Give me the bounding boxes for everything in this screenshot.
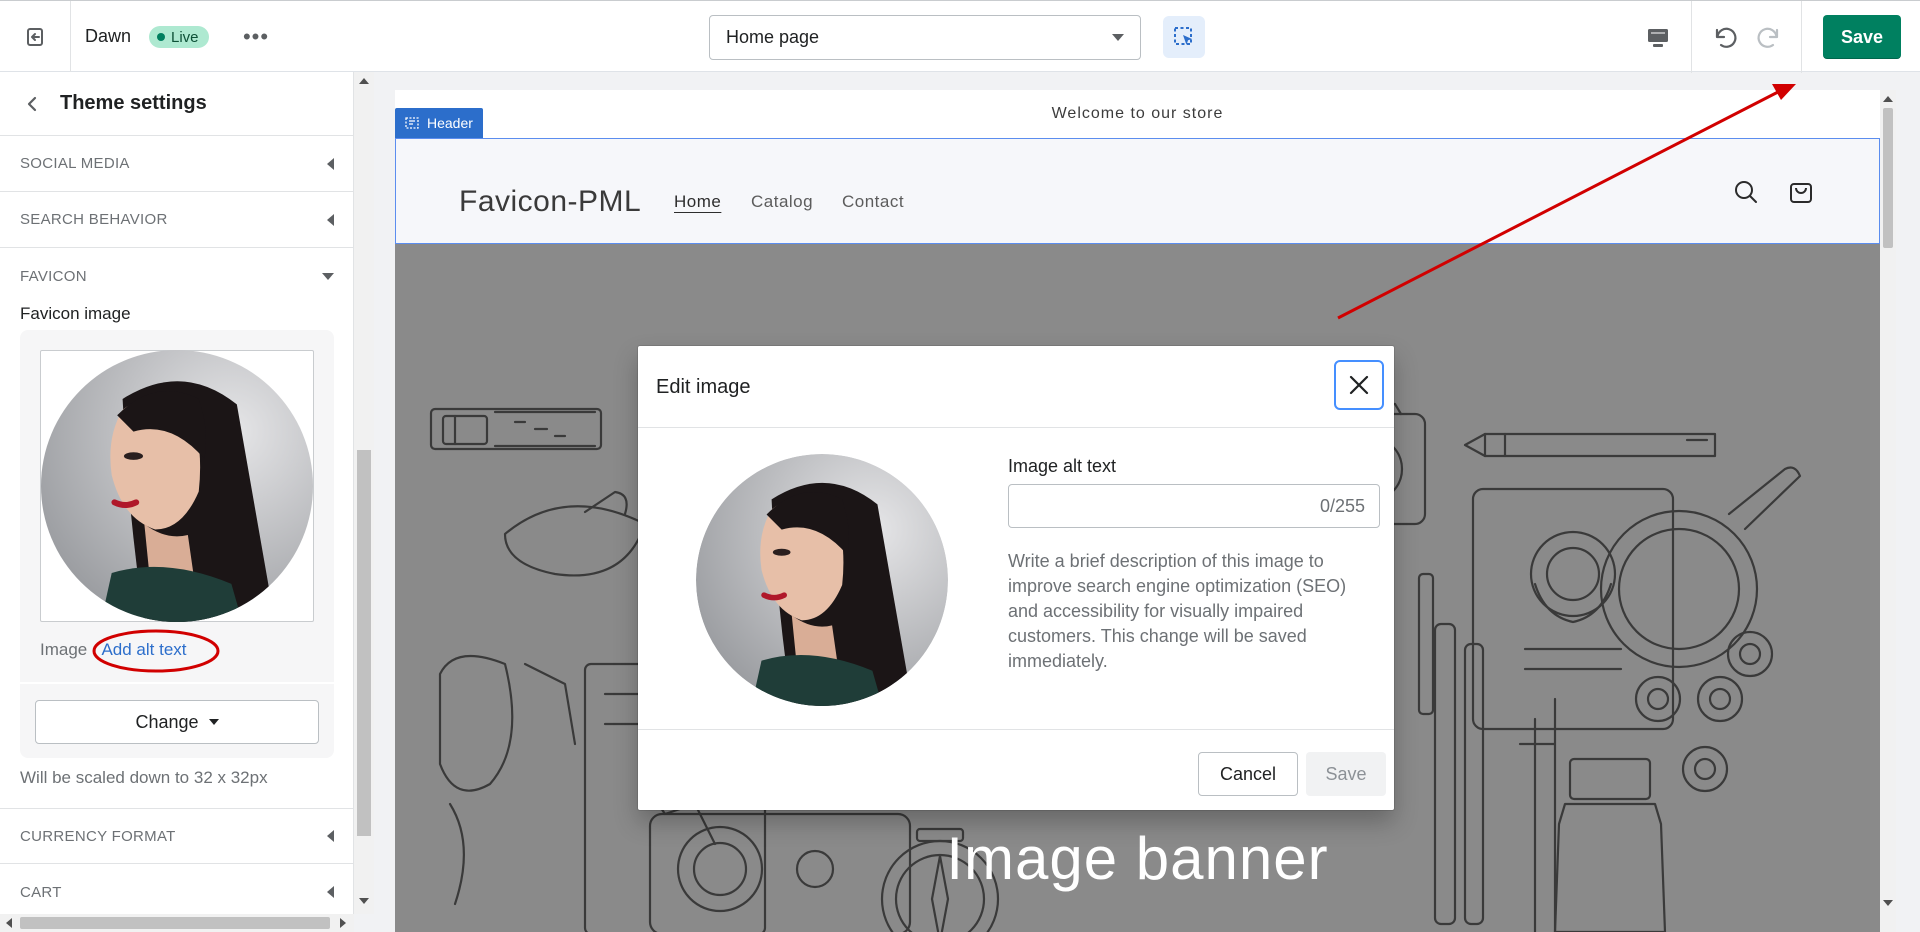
section-favicon[interactable]: FAVICON <box>0 248 353 304</box>
section-label: CART <box>20 883 62 901</box>
header-section[interactable]: Favicon-PML Home Catalog Contact <box>395 138 1880 244</box>
edit-image-modal: Edit image Image alt text 0/255 Write a … <box>638 346 1394 810</box>
caret-left-icon <box>327 830 334 842</box>
scroll-right-icon[interactable] <box>340 918 346 928</box>
preview-scrollbar-thumb[interactable] <box>1883 108 1893 248</box>
inspector-toggle-button[interactable] <box>1163 16 1205 58</box>
theme-settings-sidebar: Theme settings SOCIAL MEDIA SEARCH BEHAV… <box>0 72 354 914</box>
redo-button[interactable] <box>1750 19 1790 55</box>
page-select[interactable]: Home page <box>709 15 1141 60</box>
top-bar: Dawn Live ••• Home page Save <box>0 0 1920 73</box>
section-icon <box>405 117 419 129</box>
desktop-icon <box>1648 29 1668 47</box>
cancel-button[interactable]: Cancel <box>1198 752 1298 796</box>
modal-header: Edit image <box>638 346 1394 428</box>
divider <box>20 682 334 684</box>
favicon-image-meta: Image · Add alt text <box>40 640 187 660</box>
image-prefix: Image <box>40 640 88 659</box>
section-social-media[interactable]: SOCIAL MEDIA <box>0 136 353 192</box>
favicon-image-card: Image · Add alt text Change <box>20 330 334 758</box>
live-badge-label: Live <box>171 28 199 46</box>
alt-text-label: Image alt text <box>1008 456 1117 476</box>
favicon-thumbnail[interactable] <box>40 350 314 622</box>
close-button[interactable] <box>1334 360 1384 410</box>
exit-icon <box>27 28 43 46</box>
live-badge: Live <box>149 26 209 48</box>
scroll-down-icon[interactable] <box>359 898 369 904</box>
more-icon: ••• <box>242 24 270 49</box>
modal-save-button[interactable]: Save <box>1306 752 1386 796</box>
divider <box>1691 1 1692 73</box>
section-label: SOCIAL MEDIA <box>20 155 130 172</box>
change-image-button[interactable]: Change <box>35 700 319 744</box>
search-icon[interactable] <box>1733 179 1759 205</box>
meta-separator: · <box>91 640 98 659</box>
modal-title: Edit image <box>656 376 751 398</box>
section-cart[interactable]: CART <box>0 864 353 914</box>
live-dot-icon <box>157 33 165 41</box>
favicon-image-label: Favicon image <box>20 304 131 323</box>
undo-button[interactable] <box>1704 19 1744 55</box>
header-section-tag[interactable]: Header <box>395 108 483 138</box>
portrait-image <box>41 350 313 622</box>
close-icon <box>1349 375 1369 395</box>
scroll-down-icon[interactable] <box>1883 900 1893 906</box>
nav-link-catalog[interactable]: Catalog <box>751 192 813 212</box>
portrait-image <box>696 454 948 706</box>
caret-left-icon <box>327 157 334 170</box>
section-label: SEARCH BEHAVIOR <box>20 211 168 228</box>
caret-down-icon <box>208 719 219 725</box>
inspector-icon <box>1174 27 1192 45</box>
nav-link-contact[interactable]: Contact <box>842 192 904 212</box>
section-search-behavior[interactable]: SEARCH BEHAVIOR <box>0 192 353 248</box>
modal-footer: Cancel Save <box>638 729 1394 810</box>
sidebar-header: Theme settings <box>0 72 353 136</box>
alt-text-input[interactable]: 0/255 <box>1008 484 1380 528</box>
section-label: CURRENCY FORMAT <box>20 827 176 845</box>
banner-title: Image banner <box>946 825 1329 892</box>
undo-icon <box>1715 27 1737 48</box>
desktop-view-button[interactable] <box>1638 21 1678 55</box>
modal-image-preview <box>696 454 948 706</box>
announcement-bar: Welcome to our store <box>1051 105 1224 122</box>
divider <box>70 1 71 73</box>
sidebar-scrollbar-thumb[interactable] <box>357 450 371 836</box>
caret-down-icon <box>322 272 334 280</box>
nav-link-home[interactable]: Home <box>674 192 721 212</box>
save-button[interactable]: Save <box>1823 15 1901 59</box>
section-label: FAVICON <box>20 267 87 285</box>
scroll-up-icon[interactable] <box>1883 96 1893 102</box>
store-logo-text[interactable]: Favicon-PML <box>459 185 641 219</box>
page-select-value: Home page <box>726 27 820 47</box>
header-tag-label: Header <box>427 115 473 131</box>
sidebar-title: Theme settings <box>60 92 207 114</box>
theme-name: Dawn <box>85 26 132 46</box>
add-alt-text-link[interactable]: Add alt text <box>101 640 186 659</box>
chevron-down-icon <box>1112 34 1124 41</box>
section-currency-format[interactable]: CURRENCY FORMAT <box>0 808 353 864</box>
alt-text-help: Write a brief description of this image … <box>1008 551 1347 671</box>
exit-button[interactable] <box>14 19 56 55</box>
cart-icon[interactable] <box>1787 177 1815 205</box>
scroll-left-icon[interactable] <box>6 918 12 928</box>
back-button[interactable] <box>20 92 44 116</box>
more-actions-button[interactable]: ••• <box>240 23 272 51</box>
redo-icon <box>1757 27 1779 48</box>
change-label: Change <box>135 711 199 732</box>
back-chevron-icon <box>27 96 37 111</box>
scroll-up-icon[interactable] <box>359 78 369 84</box>
divider <box>1801 1 1802 73</box>
favicon-help-text: Will be scaled down to 32 x 32px <box>20 768 268 787</box>
caret-left-icon <box>327 213 334 226</box>
alt-text-counter: 0/255 <box>1319 495 1365 516</box>
sidebar-horizontal-scrollbar-thumb[interactable] <box>20 917 330 929</box>
caret-left-icon <box>327 886 334 898</box>
